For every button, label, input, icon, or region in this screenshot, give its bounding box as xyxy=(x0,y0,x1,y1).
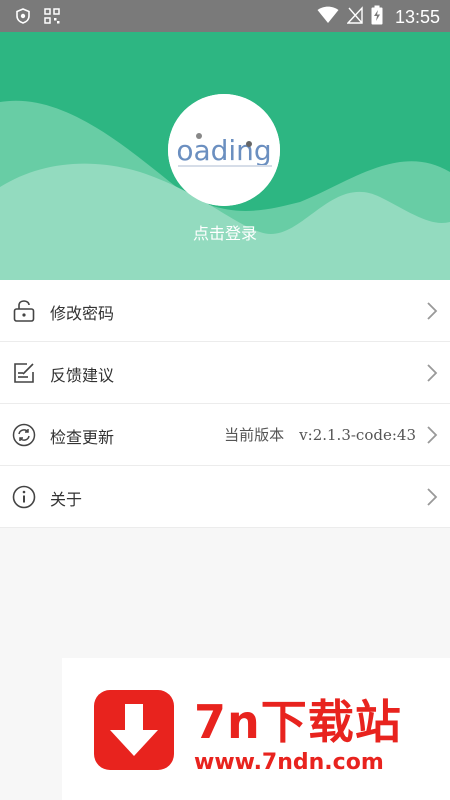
menu-item-about[interactable]: 关于 xyxy=(0,466,450,528)
loading-avatar-image: oading xyxy=(168,94,280,206)
chevron-right-icon xyxy=(426,301,438,321)
clock: 13:55 xyxy=(394,6,440,27)
wifi-icon xyxy=(317,6,339,28)
version-text: 当前版本 v:2.1.3-code:43 xyxy=(224,426,416,444)
battery-charging-icon xyxy=(371,5,383,29)
refresh-icon xyxy=(12,423,36,447)
watermark-title: 7n下载站 xyxy=(194,695,402,749)
unlock-icon xyxy=(12,299,36,323)
settings-menu: 修改密码 反馈建议 检查更新 当前版本 v:2.1.3-code:43 关于 xyxy=(0,280,450,528)
login-link[interactable]: 点击登录 xyxy=(0,220,450,244)
avatar-text: oading xyxy=(176,134,271,167)
menu-item-label: 关于 xyxy=(50,490,83,509)
shield-icon xyxy=(16,8,30,28)
menu-item-change-password[interactable]: 修改密码 xyxy=(0,280,450,342)
status-bar: 13:55 xyxy=(0,0,450,32)
watermark: 7n下载站 www.7ndn.com xyxy=(62,658,450,800)
menu-item-label: 修改密码 xyxy=(50,304,115,323)
profile-header: oading 点击登录 xyxy=(0,32,450,280)
menu-item-label: 反馈建议 xyxy=(50,366,115,385)
download-arrow-icon xyxy=(94,690,174,770)
menu-item-label: 检查更新 xyxy=(50,428,115,447)
signal-off-icon xyxy=(346,6,363,28)
menu-item-feedback[interactable]: 反馈建议 xyxy=(0,342,450,404)
avatar[interactable]: oading xyxy=(168,94,280,206)
qr-icon xyxy=(44,8,60,28)
info-icon xyxy=(12,485,36,509)
chevron-right-icon xyxy=(426,425,438,445)
edit-note-icon xyxy=(12,361,36,385)
chevron-right-icon xyxy=(426,487,438,507)
watermark-url: www.7ndn.com xyxy=(194,750,384,775)
menu-item-check-update[interactable]: 检查更新 当前版本 v:2.1.3-code:43 xyxy=(0,404,450,466)
chevron-right-icon xyxy=(426,363,438,383)
